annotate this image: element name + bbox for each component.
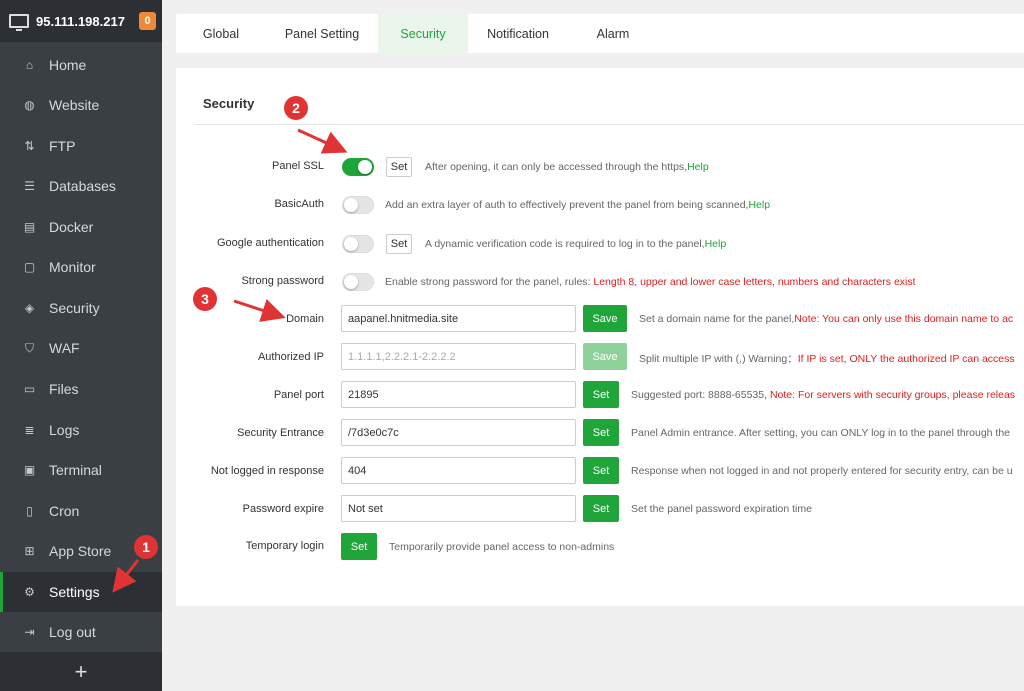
panel-port-set-button[interactable]: Set (583, 381, 619, 408)
notification-badge[interactable]: 0 (139, 12, 156, 30)
strong-password-desc: Enable strong password for the panel, ru… (385, 276, 916, 288)
sidebar-item-website[interactable]: ◍ Website (0, 85, 162, 125)
docker-icon: ▤ (23, 220, 36, 234)
not-logged-response-set-button[interactable]: Set (583, 457, 619, 484)
panel-port-input[interactable]: 21895 (341, 381, 576, 408)
google-auth-desc: A dynamic verification code is required … (425, 238, 727, 250)
strong-password-toggle[interactable] (342, 273, 374, 291)
password-expire-label: Password expire (242, 503, 324, 515)
divider (194, 124, 1024, 125)
sidebar-item-logs[interactable]: ≣ Logs (0, 410, 162, 450)
authorized-ip-input[interactable]: 1.1.1.1,2.2.2.1-2.2.2.2 (341, 343, 576, 370)
sidebar-item-files[interactable]: ▭ Files (0, 369, 162, 409)
monitor-screen-icon (9, 14, 29, 31)
password-expire-desc: Set the panel password expiration time (631, 503, 812, 515)
google-auth-set-button[interactable]: Set (386, 234, 412, 254)
temporary-login-label: Temporary login (245, 540, 324, 552)
gear-icon: ⚙ (24, 585, 35, 599)
terminal-icon: ▣ (23, 463, 36, 477)
basic-auth-help-link[interactable]: Help (748, 199, 770, 211)
sidebar-item-docker[interactable]: ▤ Docker (0, 207, 162, 247)
folder-icon: ▭ (23, 382, 36, 396)
security-entrance-desc: Panel Admin entrance. After setting, you… (631, 427, 1011, 439)
globe-icon: ◍ (24, 98, 35, 112)
authorized-ip-desc: Split multiple IP with (,) Warning：If IP… (639, 353, 1015, 365)
database-icon: ☰ (24, 179, 35, 193)
logout-icon: ⇥ (24, 625, 35, 639)
security-entrance-set-button[interactable]: Set (583, 419, 619, 446)
google-auth-toggle[interactable] (342, 235, 374, 253)
panel-ssl-toggle[interactable] (342, 158, 374, 176)
annotation-marker-2: 2 (284, 96, 308, 120)
domain-label: Domain (286, 313, 324, 325)
temporary-login-set-button[interactable]: Set (341, 533, 377, 560)
sidebar-item-cron[interactable]: ▯ Cron (0, 491, 162, 531)
panel-ssl-help-link[interactable]: Help (687, 161, 709, 173)
panel-ssl-label: Panel SSL (272, 160, 324, 172)
not-logged-response-input[interactable]: 404 (341, 457, 576, 484)
security-entrance-input[interactable]: /7d3e0c7c (341, 419, 576, 446)
authorized-ip-save-button[interactable]: Save (583, 343, 627, 370)
add-button[interactable]: + (0, 652, 162, 691)
sidebar-item-security[interactable]: ◈ Security (0, 288, 162, 328)
shield-icon: ◈ (24, 301, 35, 315)
domain-save-button[interactable]: Save (583, 305, 627, 332)
server-ip: 95.111.198.217 (36, 13, 125, 29)
sidebar-item-terminal[interactable]: ▣ Terminal (0, 450, 162, 490)
domain-desc: Set a domain name for the panel,Note: Yo… (639, 313, 1014, 325)
panel-port-label: Panel port (273, 389, 324, 401)
temporary-login-desc: Temporarily provide panel access to non-… (389, 541, 615, 553)
home-icon: ⌂ (25, 58, 34, 72)
google-auth-label: Google authentication (216, 237, 324, 249)
tab-notification[interactable]: Notification (468, 14, 568, 53)
sidebar-item-waf[interactable]: ⛉ WAF (0, 328, 162, 368)
tab-security[interactable]: Security (378, 14, 468, 53)
sidebar-item-logout[interactable]: ⇥ Log out (0, 612, 162, 652)
domain-input[interactable]: aapanel.hnitmedia.site (341, 305, 576, 332)
tab-alarm[interactable]: Alarm (568, 14, 658, 53)
authorized-ip-label: Authorized IP (257, 351, 324, 363)
basic-auth-label: BasicAuth (274, 198, 324, 210)
tab-panel-setting[interactable]: Panel Setting (266, 14, 378, 53)
strong-password-label: Strong password (241, 275, 324, 287)
tab-global[interactable]: Global (176, 14, 266, 53)
sidebar-item-databases[interactable]: ☰ Databases (0, 166, 162, 206)
security-entrance-label: Security Entrance (237, 427, 324, 439)
sidebar-item-monitor[interactable]: ▢ Monitor (0, 247, 162, 287)
basic-auth-desc: Add an extra layer of auth to effectivel… (385, 199, 771, 211)
monitor-icon: ▢ (23, 260, 36, 274)
panel-ssl-desc: After opening, it can only be accessed t… (425, 161, 709, 173)
panel-port-desc: Suggested port: 8888-65535, Note: For se… (631, 389, 1016, 401)
section-title: Security (203, 96, 255, 111)
panel-ssl-set-button[interactable]: Set (386, 157, 412, 177)
cron-icon: ▯ (26, 504, 33, 518)
sidebar: 95.111.198.217 0 ⌂ Home ◍ Website ⇅ FTP ☰ Da… (0, 0, 162, 691)
password-expire-input[interactable]: Not set (341, 495, 576, 522)
sidebar-item-settings[interactable]: ⚙ Settings (0, 572, 162, 612)
server-header[interactable]: 95.111.198.217 0 (0, 0, 162, 42)
sidebar-item-ftp[interactable]: ⇅ FTP (0, 126, 162, 166)
annotation-marker-1: 1 (134, 535, 158, 559)
waf-icon: ⛉ (24, 340, 34, 355)
basic-auth-toggle[interactable] (342, 196, 374, 214)
app-store-icon: ⊞ (24, 544, 35, 558)
logs-icon: ≣ (24, 423, 35, 437)
security-panel: Security Panel SSL Set After opening, it… (176, 68, 1024, 606)
not-logged-response-desc: Response when not logged in and not prop… (631, 465, 1013, 477)
password-expire-set-button[interactable]: Set (583, 495, 619, 522)
not-logged-response-label: Not logged in response (210, 465, 324, 477)
ftp-icon: ⇅ (24, 139, 35, 153)
settings-tabs: Global Panel Setting Security Notificati… (176, 14, 1024, 53)
annotation-marker-3: 3 (193, 287, 217, 311)
google-auth-help-link[interactable]: Help (705, 238, 727, 250)
sidebar-item-home[interactable]: ⌂ Home (0, 45, 162, 85)
